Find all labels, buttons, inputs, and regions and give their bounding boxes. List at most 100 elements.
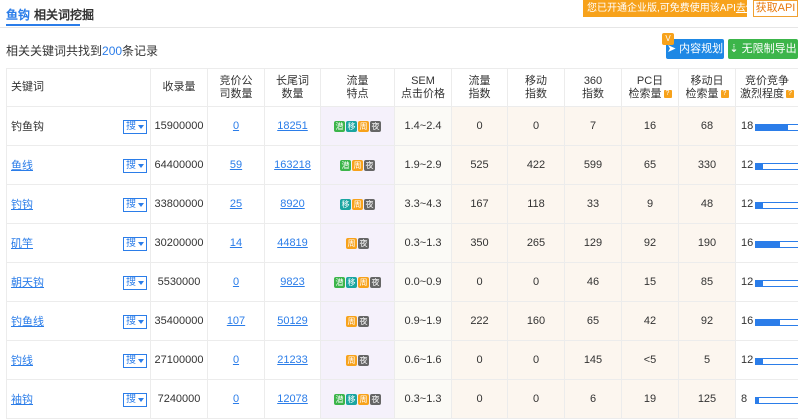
search-dropdown[interactable]: 搜 bbox=[123, 237, 147, 251]
jingjia-link[interactable]: 107 bbox=[227, 315, 245, 327]
mobile-index-cell: 0 bbox=[508, 380, 565, 419]
jingjia-link[interactable]: 59 bbox=[230, 159, 242, 171]
keyword-link[interactable]: 钓线 bbox=[11, 355, 33, 367]
table-row: 钓线搜27100000021233周夜0.6~1.600145<5512 bbox=[7, 341, 798, 380]
col-competition[interactable]: 竞价竞争激烈程度? bbox=[736, 69, 798, 107]
col-pc-line1: PC日 bbox=[637, 75, 663, 87]
jingjia-link[interactable]: 14 bbox=[230, 237, 242, 249]
mobile-tag: 移 bbox=[340, 199, 351, 210]
competition-bar bbox=[755, 202, 798, 209]
keyword-link[interactable]: 钓钩 bbox=[11, 199, 33, 211]
jingjia-link[interactable]: 25 bbox=[230, 198, 242, 210]
search-dropdown[interactable]: 搜 bbox=[123, 120, 147, 134]
keyword-link[interactable]: 矶竿 bbox=[11, 238, 33, 250]
search-dropdown[interactable]: 搜 bbox=[123, 354, 147, 368]
sem-cell: 3.3~4.3 bbox=[395, 185, 452, 224]
changwei-cell: 18251 bbox=[265, 107, 321, 146]
banner-go-link[interactable]: 去使用 bbox=[736, 3, 747, 14]
jingjia-link[interactable]: 0 bbox=[233, 354, 239, 366]
night-tag: 夜 bbox=[364, 199, 375, 210]
search-dropdown[interactable]: 搜 bbox=[123, 198, 147, 212]
flow-index-cell: 0 bbox=[452, 341, 508, 380]
competition-value: 8 bbox=[741, 393, 747, 405]
mobile-daily-cell: 190 bbox=[679, 224, 736, 263]
unlimited-export-button[interactable]: ⇣ 无限制导出 bbox=[728, 39, 798, 59]
competition-bar bbox=[755, 358, 798, 365]
sem-cell: 0.6~1.6 bbox=[395, 341, 452, 380]
feature-cell: 潜移周夜 bbox=[321, 107, 395, 146]
col-changwei[interactable]: 长尾词数量 bbox=[265, 69, 321, 107]
mobile-tag: 移 bbox=[346, 121, 357, 132]
col-flow[interactable]: 流量指数 bbox=[452, 69, 508, 107]
col-sem[interactable]: SEM点击价格 bbox=[395, 69, 452, 107]
competition-cell: 12 bbox=[736, 185, 798, 224]
col-mobile-daily[interactable]: 移动日检索量? bbox=[679, 69, 736, 107]
table-row: 钓钩搜33800000258920移周夜3.3~4.31671183394812 bbox=[7, 185, 798, 224]
keyword-link[interactable]: 袖钩 bbox=[11, 394, 33, 406]
weekly-tag: 周 bbox=[358, 394, 369, 405]
search-dropdown-label: 搜 bbox=[126, 277, 136, 288]
shoulu-cell: 7240000 bbox=[151, 380, 208, 419]
jingjia-cell: 0 bbox=[208, 380, 265, 419]
chevron-down-icon bbox=[138, 125, 144, 129]
enterprise-banner: 您已开通企业版,可免费使用该API去使用 bbox=[583, 0, 747, 17]
keyword-cell: 朝天钩 搜 bbox=[7, 263, 151, 302]
keyword-link[interactable]: 钓鱼钩 bbox=[11, 121, 44, 133]
flow-index-cell: 222 bbox=[452, 302, 508, 341]
col-feature: 流量特点 bbox=[321, 69, 395, 107]
mobile-daily-cell: 5 bbox=[679, 341, 736, 380]
search-dropdown[interactable]: 搜 bbox=[123, 315, 147, 329]
help-icon[interactable]: ? bbox=[786, 90, 794, 98]
changwei-link[interactable]: 12078 bbox=[277, 393, 308, 405]
keyword-table: 关键词 收录量 竞价公司数量 长尾词数量 流量特点 SEM点击价格 流量指数 移… bbox=[6, 68, 798, 419]
col-shoulu[interactable]: 收录量 bbox=[151, 69, 208, 107]
changwei-link[interactable]: 21233 bbox=[277, 354, 308, 366]
night-tag: 夜 bbox=[358, 316, 369, 327]
col-360[interactable]: 360指数 bbox=[565, 69, 622, 107]
keyword-link[interactable]: 鱼线 bbox=[11, 160, 33, 172]
col-keyword[interactable]: 关键词 bbox=[7, 69, 151, 107]
content-plan-button[interactable]: V ➤ 内容规划 bbox=[666, 39, 724, 59]
tab-keyword[interactable]: 鱼钩 bbox=[6, 6, 30, 23]
pc-daily-cell: 65 bbox=[622, 146, 679, 185]
jingjia-link[interactable]: 0 bbox=[233, 276, 239, 288]
feature-cell: 潜移周夜 bbox=[321, 263, 395, 302]
jingjia-link[interactable]: 0 bbox=[233, 393, 239, 405]
keyword-link[interactable]: 朝天钩 bbox=[11, 277, 44, 289]
search-dropdown-label: 搜 bbox=[126, 121, 136, 132]
banner-text: 您已开通企业版,可免费使用该API bbox=[587, 3, 736, 14]
competition-value: 12 bbox=[741, 276, 753, 288]
changwei-cell: 163218 bbox=[265, 146, 321, 185]
shoulu-cell: 5530000 bbox=[151, 263, 208, 302]
help-icon[interactable]: ? bbox=[721, 90, 729, 98]
help-icon[interactable]: ? bbox=[664, 90, 672, 98]
changwei-link[interactable]: 18251 bbox=[277, 120, 308, 132]
get-api-button[interactable]: 获取API bbox=[753, 0, 798, 17]
changwei-cell: 12078 bbox=[265, 380, 321, 419]
keyword-cell: 袖钩 搜 bbox=[7, 380, 151, 419]
search-dropdown[interactable]: 搜 bbox=[123, 159, 147, 173]
col-sem-line2: 点击价格 bbox=[401, 88, 445, 100]
jingjia-cell: 0 bbox=[208, 263, 265, 302]
changwei-link[interactable]: 50129 bbox=[277, 315, 308, 327]
col-mobile-line1: 移动 bbox=[525, 75, 547, 87]
col-jingjia[interactable]: 竞价公司数量 bbox=[208, 69, 265, 107]
col-mobile[interactable]: 移动指数 bbox=[508, 69, 565, 107]
night-tag: 夜 bbox=[370, 277, 381, 288]
changwei-link[interactable]: 44819 bbox=[277, 237, 308, 249]
jingjia-link[interactable]: 0 bbox=[233, 120, 239, 132]
search-dropdown[interactable]: 搜 bbox=[123, 276, 147, 290]
tab-related-mining[interactable]: 相关词挖掘 bbox=[34, 6, 94, 23]
search-dropdown[interactable]: 搜 bbox=[123, 393, 147, 407]
keyword-link[interactable]: 钓鱼线 bbox=[11, 316, 44, 328]
mobile-index-cell: 0 bbox=[508, 107, 565, 146]
weekly-tag: 周 bbox=[346, 238, 357, 249]
competition-cell: 12 bbox=[736, 146, 798, 185]
potential-tag: 潜 bbox=[334, 394, 345, 405]
changwei-link[interactable]: 163218 bbox=[274, 159, 311, 171]
changwei-link[interactable]: 9823 bbox=[280, 276, 304, 288]
col-pc-daily[interactable]: PC日检索量? bbox=[622, 69, 679, 107]
changwei-link[interactable]: 8920 bbox=[280, 198, 304, 210]
sem-cell: 0.9~1.9 bbox=[395, 302, 452, 341]
competition-bar-fill bbox=[756, 164, 763, 169]
